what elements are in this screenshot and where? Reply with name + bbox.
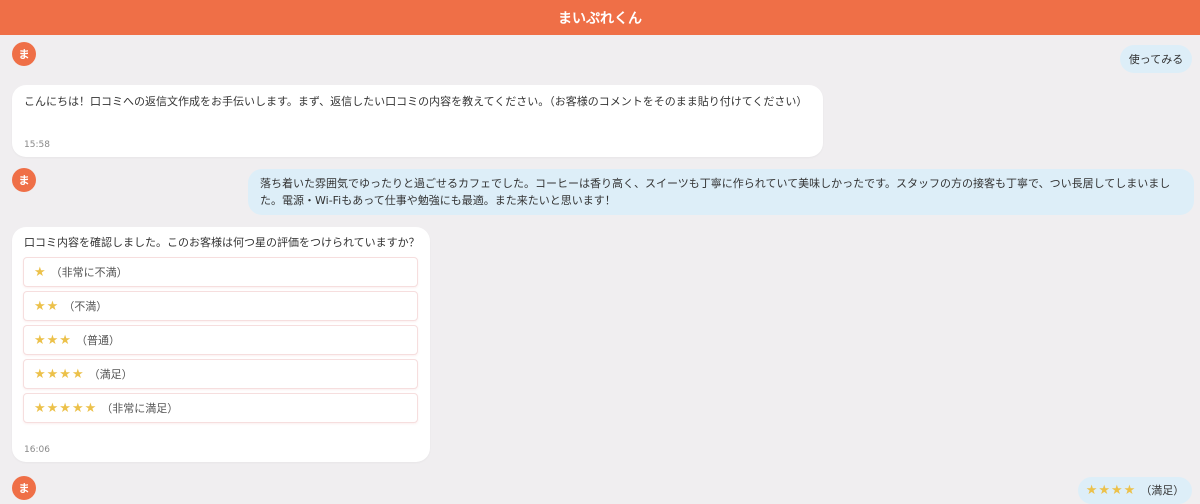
message-timestamp: 15:58: [24, 140, 50, 150]
user-message-text: （満足）: [1140, 484, 1185, 497]
rating-option-5[interactable]: ★★★★★ （非常に満足）: [23, 393, 418, 423]
bot-avatar-label: ま: [18, 174, 30, 187]
bot-message-greeting: こんにちは！口コミへの返信文作成をお手伝いします。まず、返信したい口コミの内容を…: [12, 85, 823, 157]
bot-avatar-label: ま: [18, 482, 30, 495]
star-icon: ★: [34, 264, 47, 280]
star-icon: ★★★★★: [34, 400, 98, 416]
bot-message-rating: 口コミ内容を確認しました。このお客様は何つ星の評価をつけられていますか？ ★ （…: [12, 227, 430, 462]
bot-avatar: ま: [12, 168, 36, 192]
star-icon: ★★★: [34, 332, 72, 348]
bot-avatar: ま: [12, 476, 36, 500]
chat-header: まいぷれくん: [0, 0, 1200, 35]
bot-avatar: ま: [12, 42, 36, 66]
star-icon: ★★: [34, 298, 60, 314]
bot-message-text: 口コミ内容を確認しました。このお客様は何つ星の評価をつけられていますか？: [24, 236, 420, 249]
message-timestamp: 16:06: [24, 445, 50, 455]
rating-option-1[interactable]: ★ （非常に不満）: [23, 257, 418, 287]
rating-option-label: （満足）: [88, 367, 133, 381]
bot-avatar-label: ま: [18, 48, 30, 61]
rating-option-3[interactable]: ★★★ （普通）: [23, 325, 418, 355]
rating-option-label: （普通）: [75, 333, 120, 347]
rating-option-2[interactable]: ★★ （不満）: [23, 291, 418, 321]
user-message-start: 使ってみる: [1120, 45, 1192, 73]
rating-option-label: （非常に不満）: [50, 265, 128, 279]
user-message-text: 使ってみる: [1128, 52, 1184, 66]
rating-option-label: （不満）: [63, 299, 108, 313]
chat-title: まいぷれくん: [558, 10, 642, 27]
star-icon: ★★★★: [1085, 483, 1137, 498]
user-message-rating: ★★★★ （満足）: [1078, 477, 1192, 504]
user-message-text: 落ち着いた雰囲気でゆったりと過ごせるカフェでした。コーヒーは香り高く、スイーツも…: [260, 177, 1171, 207]
rating-option-4[interactable]: ★★★★ （満足）: [23, 359, 418, 389]
star-icon: ★★★★: [34, 366, 85, 382]
user-message-review: 落ち着いた雰囲気でゆったりと過ごせるカフェでした。コーヒーは香り高く、スイーツも…: [248, 169, 1194, 215]
rating-option-label: （非常に満足）: [101, 401, 179, 415]
rating-options: ★ （非常に不満） ★★ （不満） ★★★ （普通） ★★★★ （満足） ★★★…: [23, 257, 418, 427]
bot-message-text: こんにちは！口コミへの返信文作成をお手伝いします。まず、返信したい口コミの内容を…: [24, 95, 808, 108]
